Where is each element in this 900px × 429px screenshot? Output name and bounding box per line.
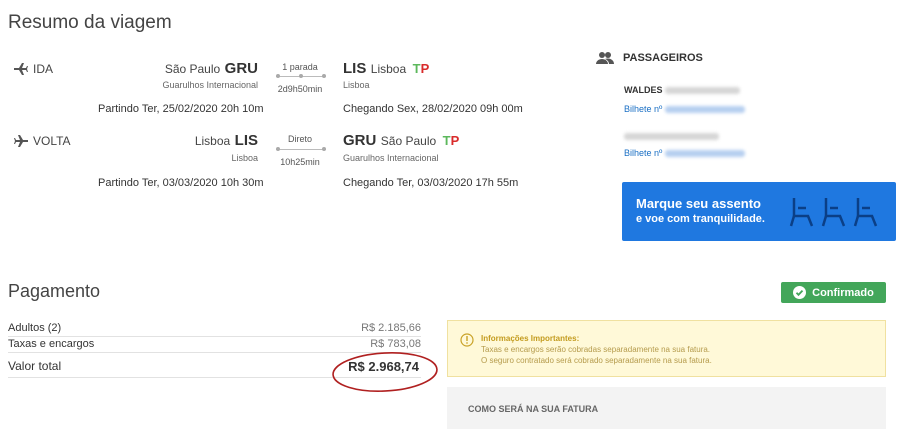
return-origin-airport: Lisboa — [231, 153, 258, 163]
return-departure: Partindo Ter, 03/03/2020 10h 30m — [98, 177, 264, 189]
invoice-title: COMO SERÁ NA SUA FATURA — [468, 404, 599, 414]
return-arrival: Chegando Ter, 03/03/2020 17h 55m — [343, 177, 519, 189]
outbound-stops: 1 parada — [282, 62, 318, 72]
airplane-icon — [14, 63, 28, 75]
return-destination: GRU São Paulo TP — [343, 132, 459, 150]
outbound-origin: São Paulo GRU — [150, 60, 258, 78]
outbound-origin-city: São Paulo — [164, 62, 221, 76]
return-origin: Lisboa LIS — [150, 132, 258, 150]
outbound-dest-code: LIS — [343, 60, 367, 77]
outbound-origin-code: GRU — [224, 60, 258, 77]
passenger-1-name: WALDES — [624, 85, 741, 95]
important-info-box: Informações Importantes: Taxas e encargo… — [447, 320, 886, 377]
passenger-2-ticket: Bilhete nº — [624, 148, 745, 158]
return-stops: Direto — [287, 134, 312, 144]
outbound-destination: LIS Lisboa TP — [343, 60, 429, 78]
seat-selection-banner[interactable]: Marque seu assento e voe com tranquilida… — [622, 182, 896, 241]
passengers-header: PASSAGEIROS — [596, 52, 703, 64]
payment-row-value: R$ 2.185,66 — [361, 322, 421, 334]
payment-title: Pagamento — [8, 281, 101, 301]
return-origin-city: Lisboa — [194, 134, 231, 148]
highlight-circle — [332, 352, 438, 392]
trip-summary-title: Resumo da viagem — [8, 12, 172, 33]
airline-logo: TP — [442, 133, 460, 148]
outbound-direction: IDA — [14, 62, 53, 76]
outbound-departure: Partindo Ter, 25/02/2020 20h 10m — [98, 103, 264, 115]
return-dest-airport: Guarulhos Internacional — [343, 153, 439, 163]
people-icon — [596, 52, 614, 64]
airplane-return-icon — [14, 135, 28, 147]
return-direction: VOLTA — [14, 134, 71, 148]
passenger-1-ticket: Bilhete nº — [624, 104, 745, 114]
outbound-origin-airport: Guarulhos Internacional — [162, 80, 258, 90]
return-duration: 10h25min — [280, 157, 320, 167]
status-badge: Confirmado — [781, 282, 886, 303]
outbound-arrival: Chegando Sex, 28/02/2020 09h 00m — [343, 103, 523, 115]
passengers-title: PASSAGEIROS — [623, 52, 703, 64]
info-title: Informações Importantes: — [481, 334, 580, 343]
payment-row-adults: Adultos (2) R$ 2.185,66 — [8, 322, 421, 337]
info-icon — [460, 333, 474, 347]
return-dest-code: GRU — [343, 132, 377, 149]
return-dest-city: São Paulo — [380, 134, 437, 148]
outbound-duration: 2d9h50min — [277, 84, 323, 94]
invoice-section[interactable]: COMO SERÁ NA SUA FATURA — [447, 387, 886, 429]
return-direction-label: VOLTA — [33, 134, 71, 148]
status-label: Confirmado — [812, 286, 874, 299]
passenger-2-name — [624, 128, 719, 146]
outbound-dest-airport: Lisboa — [343, 80, 370, 90]
info-line-1: Taxas e encargos serão cobradas separada… — [481, 345, 711, 354]
airline-logo: TP — [412, 61, 430, 76]
seats-icon — [789, 198, 878, 227]
info-line-2: O seguro contratado será cobrado separad… — [481, 356, 712, 365]
return-route-line — [276, 147, 326, 151]
check-circle-icon — [793, 286, 807, 299]
total-label: Valor total — [8, 359, 62, 373]
outbound-dest-city: Lisboa — [370, 62, 407, 76]
seat-banner-title: Marque seu assento — [636, 196, 761, 211]
payment-row-label: Adultos (2) — [8, 322, 62, 334]
return-origin-code: LIS — [234, 132, 258, 149]
payment-row-value: R$ 783,08 — [370, 338, 421, 350]
outbound-direction-label: IDA — [33, 62, 54, 76]
payment-row-label: Taxas e encargos — [8, 338, 95, 350]
seat-banner-subtitle: e voe com tranquilidade. — [636, 213, 765, 225]
outbound-route-line — [276, 74, 326, 78]
